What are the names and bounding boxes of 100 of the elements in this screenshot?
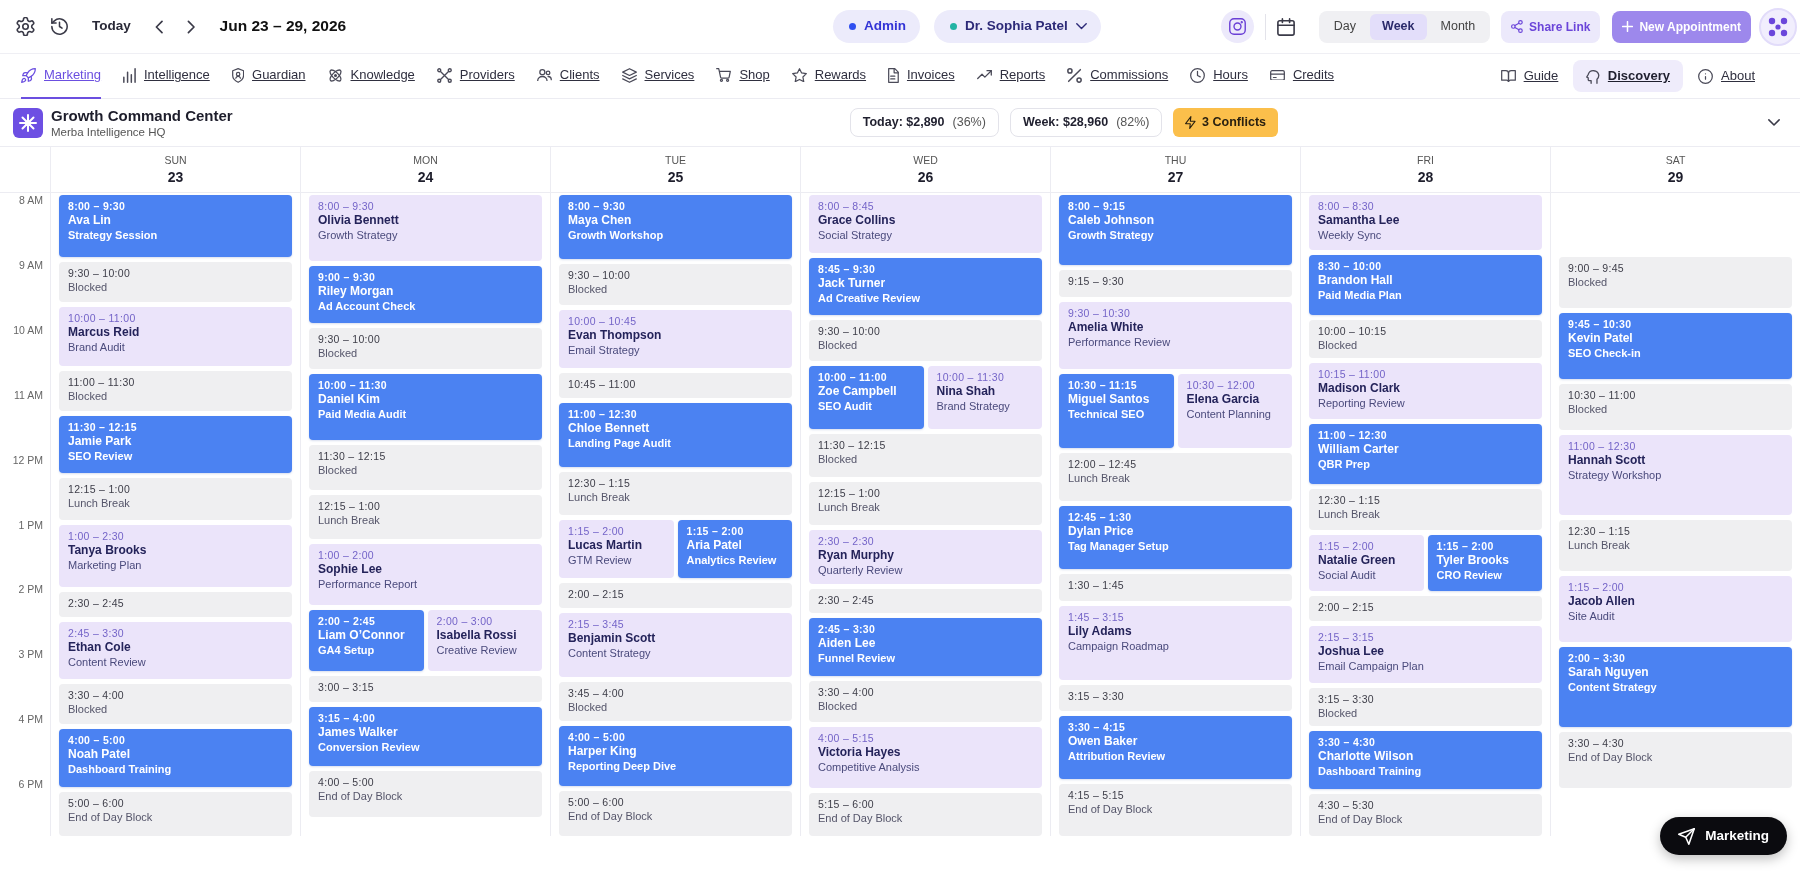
nav-tab[interactable]: Knowledge	[327, 53, 415, 99]
appointment-block[interactable]: 1:00 – 2:00 Sophie Lee Performance Report	[309, 543, 542, 605]
nav-tab[interactable]: Marketing	[21, 53, 102, 99]
blocked-slot[interactable]: 10:45 – 11:00	[559, 373, 792, 398]
appointment-block[interactable]: 11:00 – 12:30 Chloe Bennett Landing Page Audit	[559, 403, 792, 467]
appointment-block[interactable]: 10:00 – 11:00 Zoe Campbell SEO Audit	[809, 366, 924, 430]
appointment-block[interactable]: 8:00 – 9:30 Ava Lin Strategy Session	[59, 195, 292, 257]
blocked-slot[interactable]: 11:30 – 12:15 Blocked	[309, 445, 542, 490]
blocked-slot[interactable]: 3:15 – 3:30	[1059, 684, 1292, 712]
blocked-slot[interactable]: 10:30 – 11:00 Blocked	[1559, 384, 1792, 431]
appointment-block[interactable]: 8:00 – 9:15 Caleb Johnson Growth Strategy	[1059, 195, 1292, 266]
chevron-down-icon[interactable]	[1768, 119, 1780, 126]
appointment-block[interactable]: 11:00 – 12:30 William Carter QBR Prep	[1309, 424, 1542, 485]
appointment-block[interactable]: 10:00 – 11:30 Daniel Kim Paid Media Audit	[309, 374, 542, 441]
appointment-block[interactable]: 9:30 – 10:30 Amelia White Performance Review	[1059, 302, 1292, 369]
appointment-block[interactable]: 8:00 – 9:30 Olivia Bennett Growth Strategy	[309, 195, 542, 262]
nav-tab[interactable]: Providers	[436, 53, 515, 99]
context-dropdown[interactable]: Dr. Sophia Patel	[934, 10, 1101, 43]
appointment-block[interactable]: 1:15 – 2:00 Lucas Martin GTM Review	[559, 520, 674, 578]
blocked-slot[interactable]: 12:15 – 1:00 Lunch Break	[309, 494, 542, 539]
appointment-block[interactable]: 1:15 – 2:00 Aria Patel Analytics Review	[677, 520, 792, 578]
blocked-slot[interactable]: 4:15 – 5:15 End of Day Block	[1059, 784, 1292, 836]
blocked-slot[interactable]: 3:30 – 4:00 Blocked	[809, 681, 1042, 722]
nav-tab[interactable]: Clients	[536, 53, 600, 99]
blocked-slot[interactable]: 9:30 – 10:00 Blocked	[559, 264, 792, 305]
settings-icon[interactable]	[16, 17, 35, 36]
appointment-block[interactable]: 2:45 – 3:30 Aiden Lee Funnel Review	[809, 618, 1042, 677]
blocked-slot[interactable]: 5:15 – 6:00 End of Day Block	[809, 793, 1042, 836]
appointment-block[interactable]: 10:00 – 10:45 Evan Thompson Email Strategy	[559, 310, 792, 368]
appointment-block[interactable]: 2:30 – 2:30 Ryan Murphy Quarterly Review	[809, 529, 1042, 584]
marketing-button[interactable]: Marketing	[1660, 817, 1787, 855]
blocked-slot[interactable]: 12:30 – 1:15 Lunch Break	[1559, 520, 1792, 572]
blocked-slot[interactable]: 9:00 – 9:45 Blocked	[1559, 257, 1792, 308]
appointment-block[interactable]: 2:15 – 3:15 Joshua Lee Email Campaign Plan	[1309, 625, 1542, 683]
blocked-slot[interactable]: 12:30 – 1:15 Lunch Break	[559, 472, 792, 515]
blocked-slot[interactable]: 12:15 – 1:00 Lunch Break	[59, 478, 292, 520]
blocked-slot[interactable]: 2:30 – 2:45	[809, 588, 1042, 614]
nav-tab[interactable]: Credits	[1269, 53, 1335, 99]
blocked-slot[interactable]: 9:30 – 10:00 Blocked	[59, 261, 292, 303]
blocked-slot[interactable]: 12:00 – 12:45 Lunch Break	[1059, 452, 1292, 501]
appointment-block[interactable]: 8:00 – 9:30 Maya Chen Growth Workshop	[559, 195, 792, 259]
blocked-slot[interactable]: 2:00 – 2:15	[559, 583, 792, 608]
appointment-block[interactable]: 10:30 – 12:00 Elena Garcia Content Planning	[1177, 373, 1292, 448]
conflicts-button[interactable]: 3 Conflicts	[1173, 108, 1278, 137]
blocked-slot[interactable]: 4:00 – 5:00 End of Day Block	[309, 770, 542, 818]
appointment-block[interactable]: 9:00 – 9:30 Riley Morgan Ad Account Check	[309, 266, 542, 323]
nav-tab[interactable]: Services	[621, 53, 695, 99]
appointment-block[interactable]: 8:00 – 8:30 Samantha Lee Weekly Sync	[1309, 195, 1542, 250]
appointment-block[interactable]: 4:00 – 5:15 Victoria Hayes Competitive Analysis	[809, 726, 1042, 789]
blocked-slot[interactable]: 1:30 – 1:45	[1059, 573, 1292, 601]
context-pill[interactable]: Admin	[833, 10, 921, 43]
nav-tab[interactable]: Reports	[976, 53, 1046, 99]
appointment-block[interactable]: 1:00 – 2:30 Tanya Brooks Marketing Plan	[59, 525, 292, 587]
blocked-slot[interactable]: 12:30 – 1:15 Lunch Break	[1309, 489, 1542, 531]
view-tab[interactable]: Month	[1428, 13, 1488, 40]
nav-tab[interactable]: Shop	[716, 53, 770, 99]
view-tab[interactable]: Week	[1370, 13, 1427, 40]
appointment-block[interactable]: 8:00 – 8:45 Grace Collins Social Strategy	[809, 195, 1042, 253]
instagram-button[interactable]	[1220, 10, 1254, 43]
history-icon[interactable]	[51, 18, 68, 35]
nav-tab[interactable]: Intelligence	[123, 53, 210, 99]
blocked-slot[interactable]: 9:30 – 10:00 Blocked	[809, 320, 1042, 362]
blocked-slot[interactable]: 3:30 – 4:00 Blocked	[59, 683, 292, 724]
appointment-block[interactable]: 2:00 – 2:45 Liam O’Connor GA4 Setup	[309, 609, 424, 672]
appointment-block[interactable]: 8:30 – 10:00 Brandon Hall Paid Media Plan	[1309, 254, 1542, 315]
nav-tab[interactable]: Guardian	[231, 53, 306, 99]
appointment-block[interactable]: 9:45 – 10:30 Kevin Patel SEO Check-in	[1559, 313, 1792, 379]
dots-logo-icon[interactable]	[1759, 7, 1797, 46]
calendar-icon[interactable]	[1276, 17, 1295, 36]
appointment-block[interactable]: 11:00 – 12:30 Hannah Scott Strategy Workshop	[1559, 435, 1792, 516]
appointment-block[interactable]: 2:00 – 3:00 Isabella Rossi Creative Review	[427, 609, 542, 672]
blocked-slot[interactable]: 3:45 – 4:00 Blocked	[559, 682, 792, 721]
appointment-block[interactable]: 10:30 – 11:15 Miguel Santos Technical SEO	[1059, 373, 1174, 448]
blocked-slot[interactable]: 12:15 – 1:00 Lunch Break	[809, 482, 1042, 525]
appointment-block[interactable]: 1:15 – 2:00 Natalie Green Social Audit	[1309, 535, 1424, 592]
today-button[interactable]: Today	[92, 16, 131, 37]
appointment-block[interactable]: 3:30 – 4:15 Owen Baker Attribution Review	[1059, 716, 1292, 780]
nav-tab[interactable]: Invoices	[888, 53, 955, 99]
appointment-block[interactable]: 2:00 – 3:30 Sarah Nguyen Content Strategy	[1559, 647, 1792, 728]
blocked-slot[interactable]: 9:30 – 10:00 Blocked	[309, 327, 542, 370]
blocked-slot[interactable]: 2:00 – 2:15	[1309, 596, 1542, 621]
blocked-slot[interactable]: 3:30 – 4:30 End of Day Block	[1559, 732, 1792, 788]
appointment-block[interactable]: 2:15 – 3:45 Benjamin Scott Content Strategy	[559, 613, 792, 677]
appointment-block[interactable]: 4:00 – 5:00 Harper King Reporting Deep Dive	[559, 726, 792, 786]
blocked-slot[interactable]: 4:30 – 5:30 End of Day Block	[1309, 793, 1542, 837]
appointment-block[interactable]: 10:00 – 11:00 Marcus Reid Brand Audit	[59, 307, 292, 366]
blocked-slot[interactable]: 3:15 – 3:30 Blocked	[1309, 687, 1542, 727]
blocked-slot[interactable]: 11:00 – 11:30 Blocked	[59, 370, 292, 412]
nav-link[interactable]: About	[1685, 60, 1768, 92]
view-tab[interactable]: Day	[1321, 13, 1369, 40]
appointment-block[interactable]: 3:30 – 4:30 Charlotte Wilson Dashboard Training	[1309, 731, 1542, 789]
blocked-slot[interactable]: 9:15 – 9:30	[1059, 270, 1292, 298]
nav-link[interactable]: Discovery	[1573, 60, 1683, 92]
chevron-right-icon[interactable]	[187, 19, 196, 34]
blocked-slot[interactable]: 10:00 – 10:15 Blocked	[1309, 319, 1542, 359]
appointment-block[interactable]: 10:00 – 11:30 Nina Shah Brand Strategy	[927, 366, 1042, 430]
nav-tab[interactable]: Commissions	[1067, 53, 1169, 99]
blocked-slot[interactable]: 3:00 – 3:15	[309, 676, 542, 702]
appointment-block[interactable]: 1:15 – 2:00 Tyler Brooks CRO Review	[1427, 535, 1542, 592]
appointment-block[interactable]: 1:15 – 2:00 Jacob Allen Site Audit	[1559, 576, 1792, 643]
